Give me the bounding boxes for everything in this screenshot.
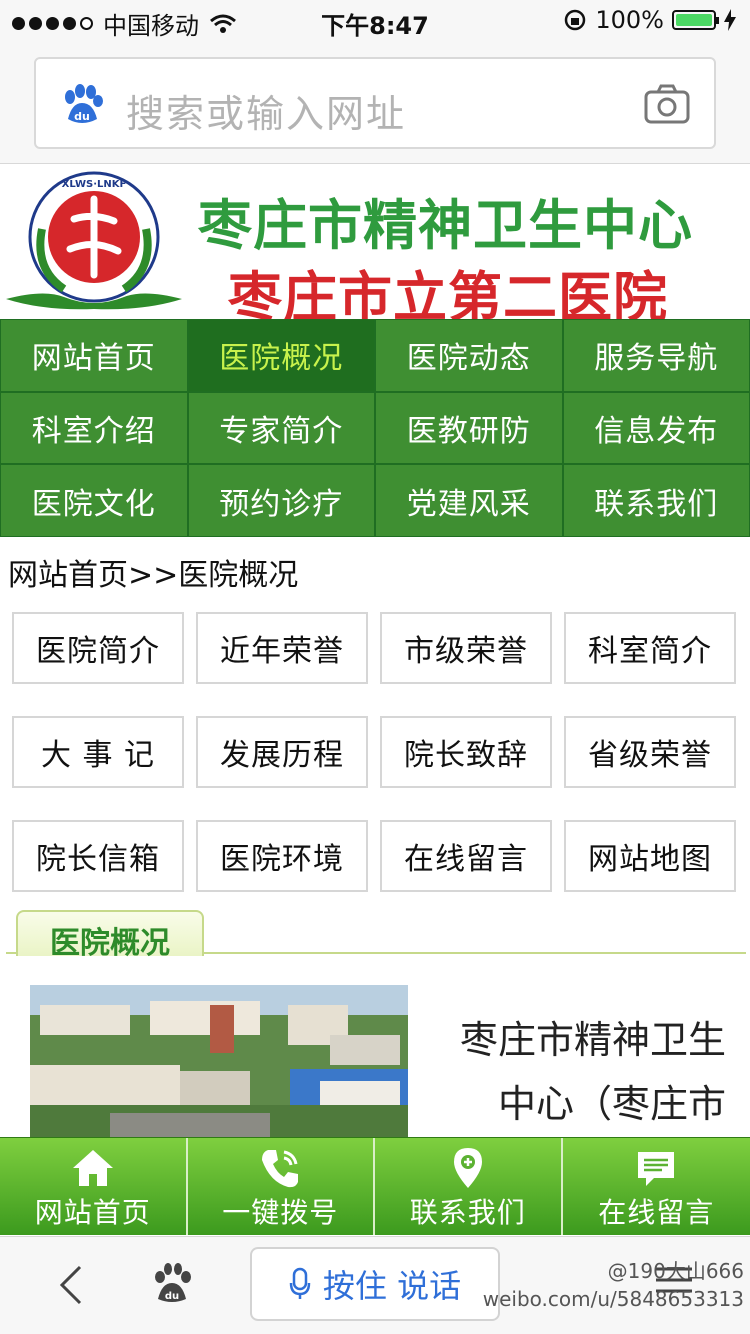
orientation-lock-icon	[565, 9, 586, 31]
hospital-aerial-photo[interactable]	[30, 985, 408, 1137]
search-input[interactable]: du 搜索或输入网址	[34, 57, 716, 149]
browser-address-area: du 搜索或输入网址	[0, 40, 750, 164]
battery-percent: 100%	[595, 6, 664, 34]
back-arrow-icon[interactable]	[56, 1263, 86, 1307]
search-placeholder: 搜索或输入网址	[126, 92, 407, 136]
svg-text:du: du	[74, 110, 90, 123]
nav-item-research[interactable]: 医教研防	[376, 392, 562, 464]
nav-item-appointment[interactable]: 预约诊疗	[188, 465, 374, 536]
nav-item-contact[interactable]: 联系我们	[563, 465, 749, 536]
hospital-logo[interactable]: XLWS·LNKF	[4, 169, 184, 315]
sub-item-guestbook[interactable]: 在线留言	[380, 820, 552, 892]
charging-bolt-icon	[724, 9, 736, 31]
bottom-contact-label: 联系我们	[409, 1196, 526, 1229]
watermark-url: weibo.com/u/5848653313	[482, 1287, 744, 1311]
status-bar: 中国移动 下午8:47 100%	[0, 0, 750, 40]
nav-item-departments[interactable]: 科室介绍	[1, 392, 187, 464]
home-icon	[72, 1150, 113, 1186]
voice-input-button[interactable]: 按住 说话	[250, 1247, 500, 1321]
weibo-watermark: @190大山666 weibo.com/u/5848653313	[482, 1259, 744, 1311]
sub-item-environment[interactable]: 医院环境	[196, 820, 368, 892]
nav-item-service-guide[interactable]: 服务导航	[563, 320, 749, 391]
baidu-paw-icon[interactable]: du	[150, 1261, 194, 1305]
sub-item-city-honors[interactable]: 市级荣誉	[380, 612, 552, 684]
hospital-name-primary: 枣庄市精神卫生中心	[198, 193, 693, 257]
hospital-banner: XLWS·LNKF 枣庄市精神卫生中心 枣庄市立第二医院	[0, 165, 750, 329]
nav-item-announcements[interactable]: 信息发布	[563, 392, 749, 464]
nav-item-experts[interactable]: 专家简介	[188, 392, 374, 464]
bottom-call-button[interactable]: 一键拨号	[188, 1138, 375, 1235]
nav-item-news[interactable]: 医院动态	[376, 320, 562, 391]
breadcrumb: 网站首页>>医院概况	[8, 558, 299, 593]
sub-menu: 医院简介 近年荣誉 市级荣誉 科室简介 大 事 记 发展历程 院长致辞 省级荣誉…	[12, 612, 738, 892]
bottom-guestbook-label: 在线留言	[598, 1196, 715, 1229]
logo-text: XLWS·LNKF	[62, 179, 127, 190]
hospital-intro-text: 枣庄市精神卫生中心（枣庄市	[459, 1018, 726, 1126]
svg-text:du: du	[165, 1291, 179, 1302]
bottom-guestbook-button[interactable]: 在线留言	[563, 1138, 750, 1235]
site-bottom-toolbar: 网站首页 一键拨号 联系我们 在线留言	[0, 1137, 750, 1235]
sub-item-milestones[interactable]: 大 事 记	[12, 716, 184, 788]
bottom-contact-button[interactable]: 联系我们	[375, 1138, 563, 1235]
battery-icon	[672, 10, 719, 30]
nav-item-culture[interactable]: 医院文化	[1, 465, 187, 536]
voice-button-label: 按住 说话	[322, 1267, 462, 1305]
sub-item-introduction[interactable]: 医院简介	[12, 612, 184, 684]
camera-icon[interactable]	[644, 84, 690, 124]
phone-icon	[262, 1150, 299, 1188]
watermark-handle: @190大山666	[607, 1259, 744, 1283]
nav-item-home[interactable]: 网站首页	[1, 320, 187, 391]
sub-item-history[interactable]: 发展历程	[196, 716, 368, 788]
bottom-call-label: 一键拨号	[222, 1196, 339, 1229]
nav-item-party[interactable]: 党建风采	[376, 465, 562, 536]
main-nav: 网站首页 医院概况 医院动态 服务导航 科室介绍 专家简介 医教研防 信息发布 …	[0, 319, 750, 537]
baidu-logo-icon: du	[65, 84, 103, 123]
sub-item-department-intro[interactable]: 科室简介	[564, 612, 736, 684]
sub-item-president-mailbox[interactable]: 院长信箱	[12, 820, 184, 892]
nav-item-overview[interactable]: 医院概况	[188, 320, 374, 391]
bottom-home-button[interactable]: 网站首页	[0, 1138, 188, 1235]
sub-item-province-honors[interactable]: 省级荣誉	[564, 716, 736, 788]
sub-item-president-message[interactable]: 院长致辞	[380, 716, 552, 788]
location-pin-icon	[453, 1148, 482, 1188]
message-icon	[638, 1152, 675, 1186]
microphone-icon	[289, 1267, 311, 1299]
status-right: 100%	[563, 6, 736, 34]
sub-item-sitemap[interactable]: 网站地图	[564, 820, 736, 892]
section-title: 医院概况	[50, 926, 170, 961]
sub-item-recent-honors[interactable]: 近年荣誉	[196, 612, 368, 684]
bottom-home-label: 网站首页	[34, 1196, 151, 1229]
browser-toolbar: du 按住 说话 @190大山666 weibo.com/u/584865331…	[0, 1236, 750, 1334]
